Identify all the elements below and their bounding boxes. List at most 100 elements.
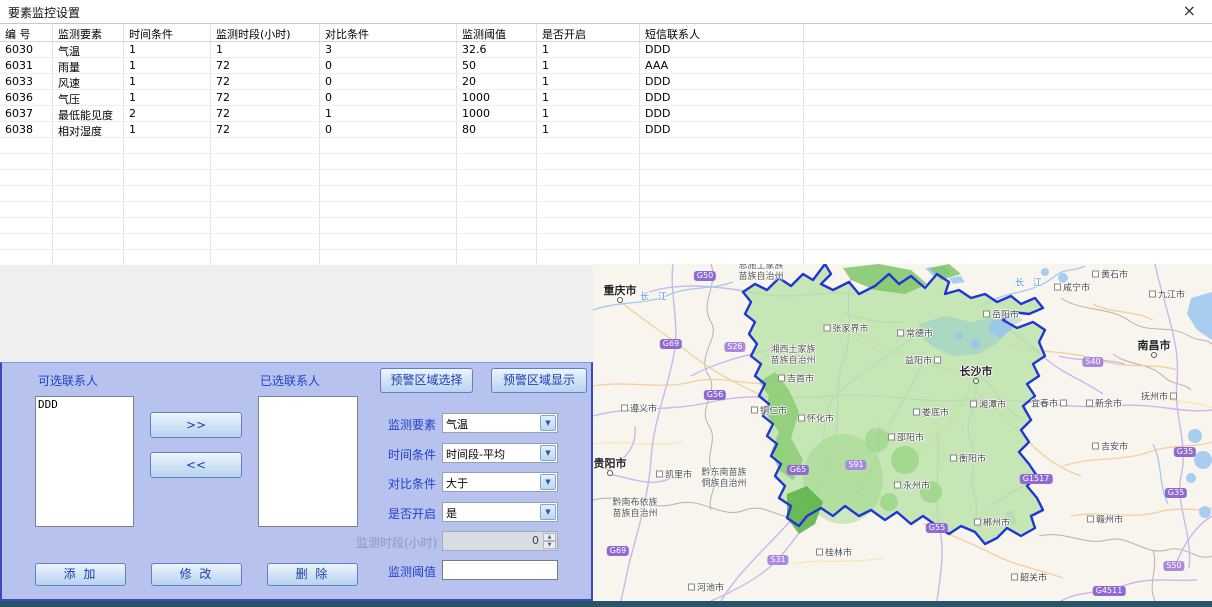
- table-cell: [537, 202, 640, 217]
- map-view[interactable]: 重庆市恩施土家族 苗族自治州黄石市咸宁市九江市岳阳市张家界市常德市南昌市湘西土家…: [593, 264, 1212, 601]
- chevron-down-icon[interactable]: ▼: [540, 445, 556, 461]
- city-label: 益阳市: [905, 354, 941, 367]
- table-cell: [0, 218, 53, 233]
- table-cell: 6038: [0, 122, 53, 137]
- time-cond-label: 时间条件: [356, 446, 436, 463]
- table-cell: [0, 154, 53, 169]
- table-cell: 1: [537, 106, 640, 121]
- table-cell: 6031: [0, 58, 53, 73]
- table-cell: 气压: [53, 90, 124, 105]
- table-row[interactable]: [0, 202, 1212, 218]
- city-name: 桂林市: [825, 546, 852, 559]
- table-cell: [320, 170, 457, 185]
- monitor-table[interactable]: 编 号监测要素时间条件监测时段(小时)对比条件监测阈值是否开启短信联系人6030…: [0, 23, 1212, 266]
- warning-area-select-button[interactable]: 预警区域选择: [380, 368, 473, 393]
- table-row[interactable]: 6031雨量1720501AAA: [0, 58, 1212, 74]
- table-row[interactable]: [0, 170, 1212, 186]
- compare-select[interactable]: 大于 ▼: [442, 472, 558, 492]
- table-cell: [537, 234, 640, 249]
- table-cell: [211, 170, 320, 185]
- table-cell: 气温: [53, 42, 124, 57]
- city-marker-icon: [1092, 443, 1099, 450]
- table-filler-cell: [804, 74, 1212, 89]
- table-row[interactable]: [0, 234, 1212, 250]
- table-cell: [537, 154, 640, 169]
- road-badge: S26: [724, 342, 745, 352]
- table-row[interactable]: 6036气压172010001DDD: [0, 90, 1212, 106]
- period-spinner[interactable]: 0 ▲ ▼: [442, 531, 558, 551]
- city-name: 韶关市: [1020, 571, 1047, 584]
- table-cell: [124, 170, 211, 185]
- city-name: 抚州市: [1141, 390, 1168, 403]
- table-header-cell: 编 号: [0, 24, 53, 41]
- city-name: 吉首市: [787, 372, 814, 385]
- spinner-down-icon[interactable]: ▼: [543, 541, 556, 549]
- table-row[interactable]: 6037最低能见度272110001DDD: [0, 106, 1212, 122]
- threshold-input[interactable]: [442, 560, 558, 580]
- road-badge: G56: [704, 390, 726, 400]
- table-row[interactable]: 6038相对湿度1720801DDD: [0, 122, 1212, 138]
- road-badge: G35: [1174, 447, 1196, 457]
- window: 要素监控设置 × 编 号监测要素时间条件监测时段(小时)对比条件监测阈值是否开启…: [0, 0, 1212, 607]
- city-marker-icon: [688, 584, 695, 591]
- available-contacts-label: 可选联系人: [38, 372, 98, 389]
- add-button[interactable]: 添 加: [35, 563, 126, 586]
- table-cell: 0: [320, 122, 457, 137]
- table-filler-cell: [804, 218, 1212, 233]
- spinner-up-icon[interactable]: ▲: [543, 533, 556, 541]
- table-cell: [320, 154, 457, 169]
- city-marker-icon: [970, 401, 977, 408]
- city-label: 娄底市: [913, 406, 949, 419]
- delete-button[interactable]: 删 除: [267, 563, 358, 586]
- city-name: 吉安市: [1101, 440, 1128, 453]
- table-cell: [537, 138, 640, 153]
- city-label: 遵义市: [621, 402, 657, 415]
- road-badge: G69: [607, 546, 629, 556]
- table-row[interactable]: [0, 186, 1212, 202]
- city-name: 咸宁市: [1063, 281, 1090, 294]
- table-cell: 0: [320, 58, 457, 73]
- city-name: 黔南布依族 苗族自治州: [612, 498, 657, 520]
- list-item[interactable]: DDD: [36, 397, 133, 412]
- table-cell: DDD: [640, 106, 804, 121]
- city-name: 黔东南苗族 侗族自治州: [701, 468, 746, 490]
- table-cell: 2: [124, 106, 211, 121]
- table-row[interactable]: 6030气温11332.61DDD: [0, 42, 1212, 58]
- element-select[interactable]: 气温 ▼: [442, 413, 558, 433]
- city-marker-icon: [1092, 271, 1099, 278]
- table-cell: 1: [124, 90, 211, 105]
- table-row[interactable]: [0, 138, 1212, 154]
- city-name: 郴州市: [983, 516, 1010, 529]
- table-cell: [211, 202, 320, 217]
- city-name: 湘潭市: [979, 398, 1006, 411]
- table-cell: 1: [537, 58, 640, 73]
- close-icon[interactable]: ×: [1183, 2, 1196, 20]
- table-cell: 1: [211, 42, 320, 57]
- table-row[interactable]: 6033风速1720201DDD: [0, 74, 1212, 90]
- modify-button[interactable]: 修 改: [151, 563, 242, 586]
- city-label: 黄石市: [1092, 268, 1128, 281]
- table-filler-cell: [804, 122, 1212, 137]
- table-cell: [0, 186, 53, 201]
- table-row[interactable]: [0, 218, 1212, 234]
- city-label: 张家界市: [823, 322, 868, 335]
- chevron-down-icon[interactable]: ▼: [540, 474, 556, 490]
- city-label: 桂林市: [816, 546, 852, 559]
- city-label: 九江市: [1149, 288, 1185, 301]
- table-cell: [53, 186, 124, 201]
- table-filler-cell: [804, 58, 1212, 73]
- table-filler-cell: [804, 186, 1212, 201]
- city-marker-icon: [1086, 400, 1093, 407]
- city-marker-icon: [751, 407, 758, 414]
- prefecture-region-label: 黔南布依族 苗族自治州: [612, 498, 657, 520]
- chevron-down-icon[interactable]: ▼: [540, 415, 556, 431]
- time-cond-select[interactable]: 时间段-平均 ▼: [442, 443, 558, 463]
- city-name: 邵阳市: [897, 431, 924, 444]
- edit-panel: 可选联系人 已选联系人 DDD >> << 预警区域选择 预警区域显示 监测要素…: [0, 362, 593, 601]
- city-name: 南昌市: [1138, 337, 1171, 353]
- warning-area-show-button[interactable]: 预警区域显示: [491, 368, 587, 393]
- chevron-down-icon[interactable]: ▼: [540, 504, 556, 520]
- table-row[interactable]: [0, 154, 1212, 170]
- enabled-select[interactable]: 是 ▼: [442, 502, 558, 522]
- window-title: 要素监控设置: [8, 4, 80, 21]
